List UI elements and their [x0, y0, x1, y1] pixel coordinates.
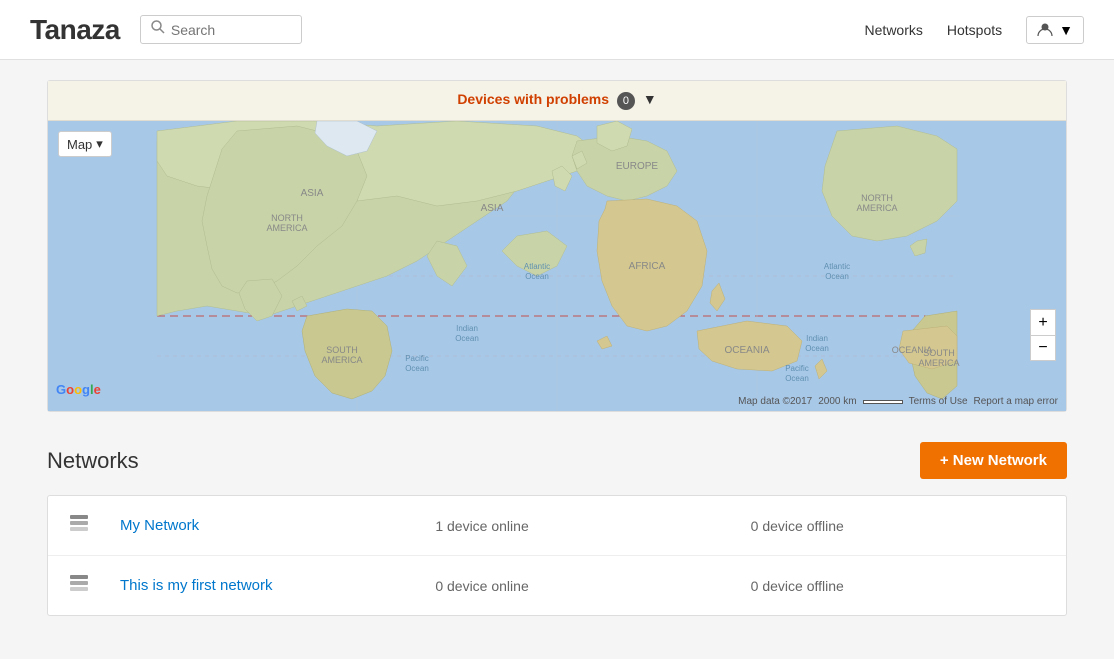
svg-text:Indian: Indian — [456, 324, 478, 333]
svg-text:Atlantic: Atlantic — [524, 262, 550, 271]
network-name[interactable]: This is my first network — [120, 577, 415, 594]
svg-text:Ocean: Ocean — [805, 344, 829, 353]
svg-text:Ocean: Ocean — [525, 272, 549, 281]
search-icon — [151, 20, 165, 39]
networks-nav-link[interactable]: Networks — [865, 22, 923, 38]
svg-text:Google: Google — [56, 382, 101, 397]
map-footer: Map data ©2017 2000 km Terms of Use Repo… — [738, 396, 1058, 407]
svg-text:Pacific: Pacific — [785, 364, 809, 373]
svg-text:EUROPE: EUROPE — [616, 161, 659, 172]
problems-dropdown-icon[interactable]: ▼ — [643, 91, 657, 107]
map-zoom-controls: + − — [1030, 309, 1056, 361]
user-icon — [1037, 22, 1053, 38]
map-container: ASIA NORTH AMERICA EUROPE AFRICA SOUTH A… — [48, 121, 1066, 411]
scale-bar — [863, 400, 903, 404]
network-offline-stat: 0 device offline — [751, 518, 1046, 534]
problems-badge: 0 — [617, 92, 635, 110]
map-type-label: Map — [67, 137, 92, 152]
svg-text:AMERICA: AMERICA — [321, 355, 362, 365]
svg-text:AMERICA: AMERICA — [856, 203, 897, 213]
header-nav: Networks Hotspots ▼ — [865, 16, 1084, 44]
search-box[interactable] — [140, 15, 302, 44]
svg-text:Ocean: Ocean — [405, 364, 429, 373]
svg-text:Ocean: Ocean — [785, 374, 809, 383]
network-name[interactable]: My Network — [120, 517, 415, 534]
zoom-out-button[interactable]: − — [1030, 335, 1056, 361]
network-online-stat: 1 device online — [435, 518, 730, 534]
network-icon — [68, 512, 90, 539]
user-chevron: ▼ — [1059, 22, 1073, 38]
svg-text:SOUTH: SOUTH — [326, 345, 358, 355]
user-menu-button[interactable]: ▼ — [1026, 16, 1084, 44]
network-list-item[interactable]: My Network 1 device online 0 device offl… — [48, 496, 1066, 556]
network-icon — [68, 572, 90, 599]
zoom-in-button[interactable]: + — [1030, 309, 1056, 335]
networks-header: Networks + New Network — [47, 442, 1067, 479]
main-content: Devices with problems 0 ▼ — [27, 60, 1087, 636]
logo: Tanaza — [30, 14, 120, 46]
svg-text:NORTH: NORTH — [861, 193, 893, 203]
svg-text:OCEANIA: OCEANIA — [724, 345, 769, 356]
devices-problems-link[interactable]: Devices with problems — [457, 91, 613, 107]
svg-text:AFRICA: AFRICA — [629, 261, 666, 272]
hotspots-nav-link[interactable]: Hotspots — [947, 22, 1002, 38]
search-input[interactable] — [171, 22, 291, 38]
svg-text:NORTH: NORTH — [271, 213, 303, 223]
map-type-chevron-icon: ▾ — [96, 136, 103, 152]
svg-text:Pacific: Pacific — [405, 354, 429, 363]
map-data-text: Map data ©2017 — [738, 396, 812, 407]
network-list: My Network 1 device online 0 device offl… — [47, 495, 1067, 616]
svg-text:Ocean: Ocean — [455, 334, 479, 343]
networks-title: Networks — [47, 448, 139, 474]
network-list-item[interactable]: This is my first network 0 device online… — [48, 556, 1066, 615]
svg-text:Ocean: Ocean — [825, 272, 849, 281]
map-header: Devices with problems 0 ▼ — [48, 81, 1066, 121]
google-logo: Google — [56, 380, 111, 403]
svg-text:AMERICA: AMERICA — [918, 358, 959, 368]
report-map-error-link[interactable]: Report a map error — [974, 396, 1058, 407]
header: Tanaza Networks Hotspots ▼ — [0, 0, 1114, 60]
svg-text:ASIA: ASIA — [481, 203, 504, 214]
svg-text:Indian: Indian — [806, 334, 828, 343]
svg-text:AMERICA: AMERICA — [266, 223, 307, 233]
svg-text:ASIA: ASIA — [301, 188, 324, 199]
map-scale-text: 2000 km — [818, 396, 856, 407]
svg-text:Atlantic: Atlantic — [824, 262, 850, 271]
terms-of-use-link[interactable]: Terms of Use — [909, 396, 968, 407]
network-online-stat: 0 device online — [435, 578, 730, 594]
map-type-selector[interactable]: Map ▾ — [58, 131, 112, 157]
network-offline-stat: 0 device offline — [751, 578, 1046, 594]
map-section: Devices with problems 0 ▼ — [47, 80, 1067, 412]
new-network-button[interactable]: + New Network — [920, 442, 1067, 479]
svg-text:OCEANIA: OCEANIA — [892, 345, 933, 355]
world-map-svg: ASIA NORTH AMERICA EUROPE AFRICA SOUTH A… — [48, 121, 1066, 411]
